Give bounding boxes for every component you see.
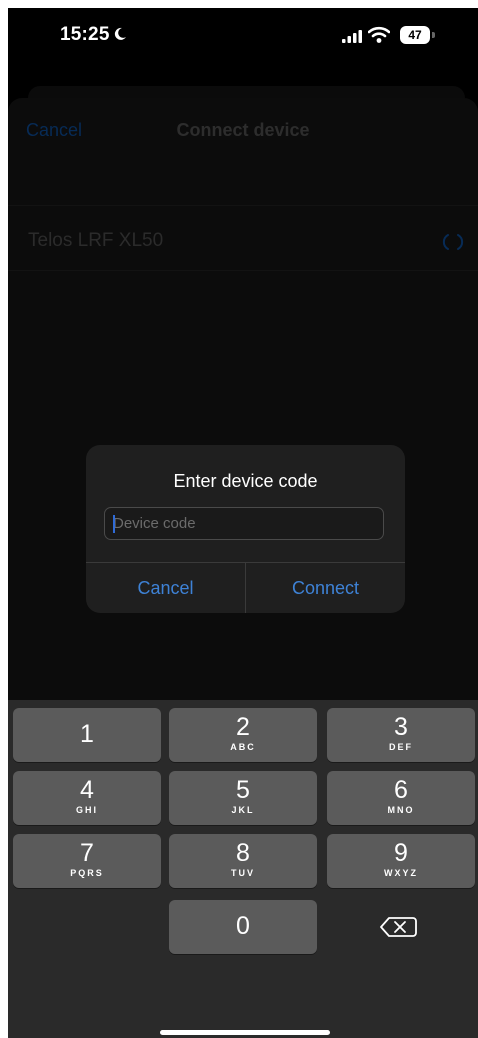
key-letters: MNO — [387, 805, 415, 815]
key-7[interactable]: 7 PQRS — [13, 834, 161, 888]
wifi-icon — [368, 26, 390, 43]
device-code-input[interactable] — [104, 507, 384, 540]
key-digit: 0 — [236, 912, 250, 940]
key-digit: 9 — [394, 839, 408, 867]
key-digit: 5 — [236, 776, 250, 804]
key-digit: 3 — [394, 713, 408, 741]
home-indicator[interactable] — [160, 1030, 330, 1035]
key-6[interactable]: 6 MNO — [327, 771, 475, 825]
alert-connect-button[interactable]: Connect — [246, 563, 405, 613]
status-bar: 15:25 47 — [8, 8, 478, 68]
key-digit: 2 — [236, 713, 250, 741]
cellular-signal-icon — [342, 30, 362, 43]
key-digit: 6 — [394, 776, 408, 804]
phone-screen: 15:25 47 Connect device Cancel Telos LRF… — [8, 8, 478, 1038]
moon-icon — [114, 27, 126, 40]
key-digit: 4 — [80, 776, 94, 804]
key-1[interactable]: 1 — [13, 708, 161, 762]
key-9[interactable]: 9 WXYZ — [327, 834, 475, 888]
alert-title: Enter device code — [173, 471, 318, 491]
key-letters: DEF — [389, 742, 413, 752]
key-4[interactable]: 4 GHI — [13, 771, 161, 825]
key-digit: 1 — [80, 720, 94, 748]
battery-tip — [432, 32, 435, 38]
status-time: 15:25 — [60, 24, 127, 46]
key-letters: PQRS — [70, 868, 104, 878]
battery-level: 47 — [400, 26, 430, 44]
delete-key[interactable] — [327, 900, 475, 954]
key-0[interactable]: 0 — [169, 900, 317, 954]
key-2[interactable]: 2 ABC — [169, 708, 317, 762]
key-letters: GHI — [75, 805, 98, 815]
alert-cancel-button[interactable]: Cancel — [86, 563, 245, 613]
text-cursor — [113, 515, 115, 533]
backspace-icon — [380, 917, 417, 937]
key-letters: WXYZ — [384, 868, 418, 878]
key-5[interactable]: 5 JKL — [169, 771, 317, 825]
key-8[interactable]: 8 TUV — [169, 834, 317, 888]
key-letters: JKL — [231, 805, 255, 815]
numeric-keypad: 1 2 ABC 3 DEF 4 GHI 5 JKL 6 MNO 7 PQRS 8 TUV 9W… — [8, 700, 478, 1038]
key-letters: TUV — [231, 868, 255, 878]
key-digit: 7 — [80, 839, 94, 867]
key-digit: 8 — [236, 839, 250, 867]
key-3[interactable]: 3 DEF — [327, 708, 475, 762]
key-letters: ABC — [230, 742, 256, 752]
device-code-alert: Enter device code Cancel Connect — [86, 445, 405, 613]
